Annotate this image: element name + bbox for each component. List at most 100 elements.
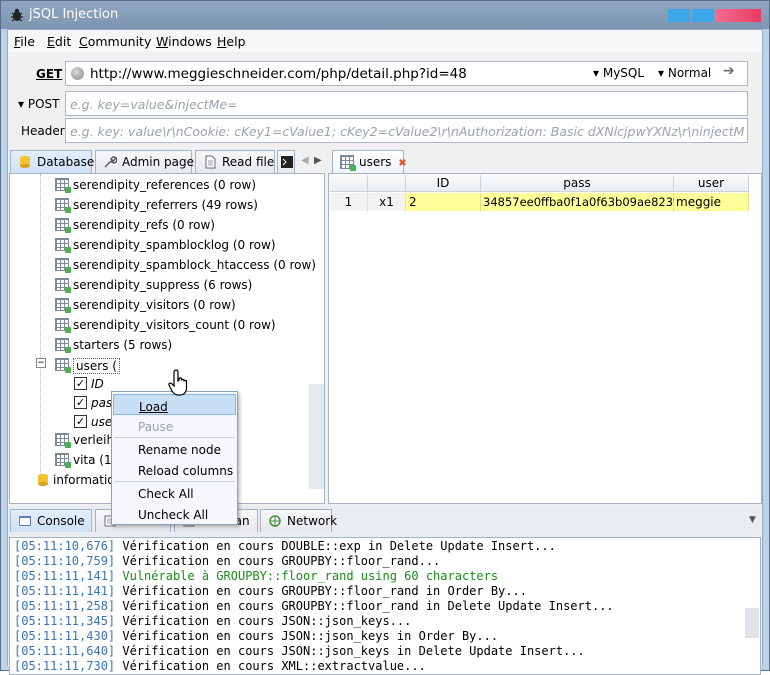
bug-icon bbox=[11, 8, 23, 22]
table-icon bbox=[55, 453, 71, 468]
table-icon bbox=[55, 258, 71, 273]
menu-item-uncheck-all[interactable]: Uncheck All bbox=[113, 503, 236, 524]
menu-item-rename-node[interactable]: Rename node bbox=[113, 438, 236, 459]
table-icon bbox=[55, 198, 71, 213]
get-row: GET http://www.meggieschneider.com/php/d… bbox=[8, 61, 762, 87]
title-bar[interactable]: jSQL Injection bbox=[1, 1, 769, 29]
header-row: Header e.g. key: value\r\nCookie: cKey1=… bbox=[8, 118, 762, 144]
hand-cursor-icon bbox=[168, 369, 188, 396]
console-line: [05:11:10,759] Vérification en cours GRO… bbox=[14, 554, 441, 568]
tab-read-file[interactable]: Read file bbox=[195, 150, 275, 173]
grid-cell-x[interactable]: x1 bbox=[368, 193, 406, 211]
result-panel: ID pass user 1 x1 2 34857ee0ffba0f1a0f63… bbox=[328, 173, 762, 504]
mode-select[interactable]: ▾ Normal bbox=[658, 66, 711, 80]
console-scrollbar[interactable] bbox=[745, 608, 759, 638]
grid-row-number: 1 bbox=[330, 193, 368, 211]
post-row: ▾ POST e.g. key=value&injectMe= bbox=[8, 91, 762, 117]
menu-item-pause[interactable]: Pause bbox=[113, 415, 236, 436]
tab-shell[interactable] bbox=[277, 150, 295, 173]
app-window: jSQL Injection File Edit Community Windo… bbox=[0, 0, 770, 675]
terminal-icon bbox=[281, 156, 293, 168]
table-icon bbox=[55, 433, 71, 448]
checkbox-checked-icon[interactable]: ✓ bbox=[74, 415, 87, 428]
tab-admin-page[interactable]: Admin page bbox=[95, 150, 194, 173]
menu-item-reload-columns[interactable]: Reload columns bbox=[113, 459, 236, 480]
header-field[interactable]: e.g. key: value\r\nCookie: cKey1=cValue1… bbox=[65, 118, 748, 143]
console-line: [05:11:11,258] Vérification en cours GRO… bbox=[14, 599, 614, 613]
grid-cell-pass[interactable]: 34857ee0ffba0f1a0f63b09ae823f891 bbox=[481, 193, 699, 211]
tree-users-node[interactable]: − users ( bbox=[10, 355, 150, 375]
url-field[interactable]: http://www.meggieschneider.com/php/detai… bbox=[65, 61, 748, 86]
grid-cell-user[interactable]: meggie bbox=[674, 193, 749, 211]
tree-guide-line bbox=[40, 174, 41, 474]
network-icon bbox=[269, 515, 281, 527]
maximize-button[interactable] bbox=[692, 9, 714, 22]
header-placeholder: e.g. key: value\r\nCookie: cKey1=cValue1… bbox=[70, 124, 745, 139]
close-tab-icon[interactable]: ✖ bbox=[398, 158, 406, 169]
grid-header-id[interactable]: ID bbox=[406, 175, 481, 192]
database-select[interactable]: ▾ MySQL bbox=[593, 66, 644, 80]
console-line: [05:11:11,345] Vérification en cours JSO… bbox=[14, 614, 412, 628]
console-line: [05:11:11,430] Vérification en cours JSO… bbox=[14, 629, 499, 643]
tab-users-result[interactable]: users ✖ bbox=[332, 150, 407, 173]
console-output[interactable]: [05:11:10,676] Vérification en cours DOU… bbox=[9, 537, 761, 675]
menu-edit[interactable]: Edit bbox=[47, 34, 71, 49]
grid-cell-id[interactable]: 2 bbox=[406, 193, 481, 211]
table-icon bbox=[55, 218, 71, 233]
console-icon bbox=[19, 516, 31, 526]
tree-scrollbar[interactable] bbox=[309, 384, 324, 489]
grid-corner-header bbox=[330, 175, 368, 192]
database-icon bbox=[20, 156, 30, 168]
main-client-area: File Edit Community Windows Help GET htt… bbox=[7, 29, 763, 675]
post-method-label[interactable]: ▾ POST bbox=[18, 97, 59, 111]
window-title: jSQL Injection bbox=[29, 7, 119, 22]
go-arrow-icon[interactable]: ➔ bbox=[723, 63, 735, 79]
tab-network[interactable]: Network bbox=[260, 509, 337, 532]
post-placeholder: e.g. key=value&injectMe= bbox=[70, 97, 238, 112]
database-icon bbox=[38, 474, 48, 486]
checkbox-checked-icon[interactable]: ✓ bbox=[74, 396, 87, 409]
table-icon bbox=[55, 298, 71, 313]
console-area: Console Chunk Boolean Network ▼ [05:11:1… bbox=[8, 506, 762, 675]
close-window-button[interactable] bbox=[716, 9, 761, 22]
grid-header-user[interactable]: user bbox=[674, 175, 749, 192]
table-icon bbox=[55, 318, 71, 333]
tab-console[interactable]: Console bbox=[10, 509, 92, 532]
minimize-button[interactable] bbox=[668, 9, 690, 22]
wrench-icon bbox=[104, 156, 117, 168]
grid-header-pass[interactable]: pass bbox=[481, 175, 674, 192]
tab-scroll-right-icon[interactable]: ▶ bbox=[314, 155, 322, 166]
result-tabstrip: users ✖ bbox=[328, 150, 762, 173]
tab-database[interactable]: Database bbox=[10, 150, 94, 173]
console-line: [05:11:11,730] Vérification en cours XML… bbox=[14, 659, 426, 673]
checkbox-checked-icon[interactable]: ✓ bbox=[74, 377, 87, 390]
menu-bar: File Edit Community Windows Help bbox=[8, 30, 762, 52]
table-icon bbox=[55, 278, 71, 293]
get-method-label[interactable]: GET bbox=[36, 67, 62, 81]
console-line: [05:11:11,141] Vulnérable à GROUPBY::flo… bbox=[14, 569, 499, 583]
table-icon bbox=[55, 338, 71, 353]
grid-header-blank bbox=[368, 175, 406, 192]
collapse-icon[interactable]: − bbox=[36, 358, 46, 368]
table-icon bbox=[55, 238, 71, 253]
file-icon bbox=[205, 155, 216, 169]
url-value: http://www.meggieschneider.com/php/detai… bbox=[90, 66, 467, 82]
tab-scroll-left-icon[interactable]: ◀ bbox=[301, 155, 309, 166]
table-icon bbox=[55, 178, 71, 193]
globe-icon bbox=[71, 67, 84, 80]
console-line: [05:11:10,676] Vérification en cours DOU… bbox=[14, 539, 556, 553]
console-line: [05:11:11,141] Vérification en cours GRO… bbox=[14, 584, 527, 598]
menu-item-check-all[interactable]: Check All bbox=[113, 482, 236, 503]
menu-windows[interactable]: Windows bbox=[156, 34, 212, 49]
menu-file[interactable]: File bbox=[14, 34, 35, 49]
left-tabstrip: Database Admin page Read file ◀ ▶ bbox=[9, 150, 325, 173]
console-line: [05:11:11,640] Vérification en cours JSO… bbox=[14, 644, 585, 658]
tabs-dropdown-icon[interactable]: ▼ bbox=[749, 515, 756, 525]
context-menu: Load Pause Rename node Reload columns Ch… bbox=[111, 391, 238, 525]
header-label: Header bbox=[21, 124, 65, 138]
post-field[interactable]: e.g. key=value&injectMe= bbox=[65, 91, 748, 116]
menu-help[interactable]: Help bbox=[217, 34, 246, 49]
menu-community[interactable]: Community bbox=[79, 34, 151, 49]
table-icon bbox=[55, 358, 71, 373]
table-icon bbox=[340, 155, 356, 171]
